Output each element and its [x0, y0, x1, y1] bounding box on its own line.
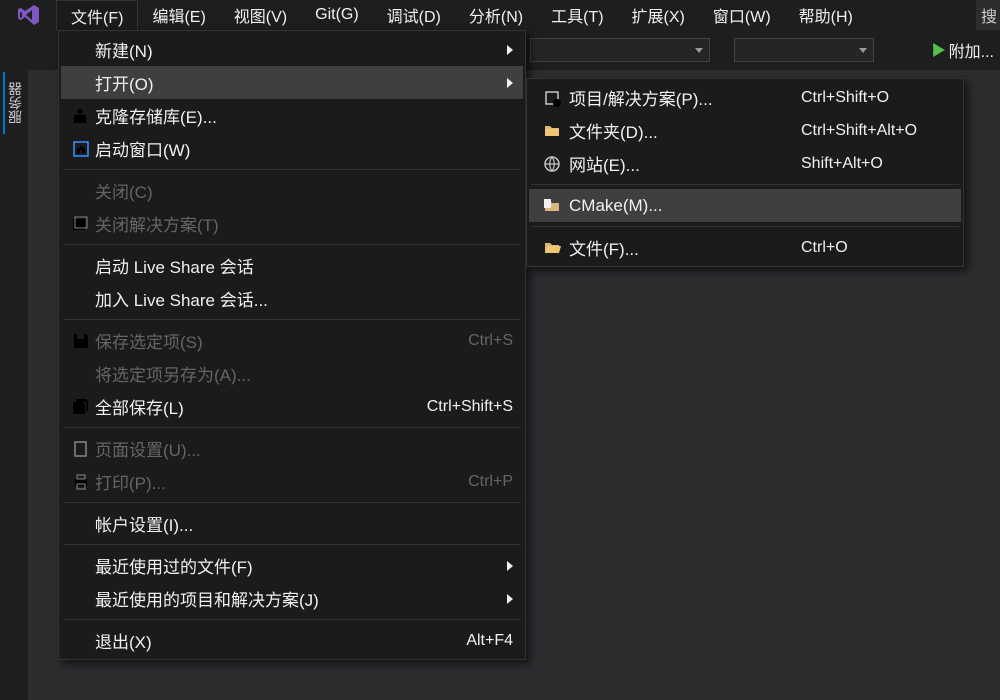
menu-item-label: 启动窗口(W) [95, 136, 513, 161]
file-menu-item-8[interactable]: 启动 Live Share 会话 [61, 249, 523, 282]
menu-debug[interactable]: 调试(D) [373, 0, 455, 30]
menu-edit[interactable]: 编辑(E) [138, 0, 219, 30]
file-menu-item-21[interactable]: 最近使用的项目和解决方案(J) [61, 582, 523, 615]
menu-item-label: 关闭解决方案(T) [95, 211, 513, 236]
file-menu-item-2[interactable]: 克隆存储库(E)... [61, 99, 523, 132]
menubar: 文件(F) 编辑(E) 视图(V) Git(G) 调试(D) 分析(N) 工具(… [0, 0, 1000, 30]
menu-item-shortcut: Ctrl+Shift+Alt+O [801, 122, 951, 140]
open-submenu-item-4[interactable]: CMake(M)... [529, 189, 961, 222]
page-icon [67, 440, 95, 458]
menu-item-label: 关闭(C) [95, 178, 513, 203]
folder-icon [535, 122, 569, 140]
toolbar-dropdown-config[interactable] [530, 38, 710, 62]
menu-item-label: 保存选定项(S) [95, 328, 468, 353]
menu-item-shortcut: Shift+Alt+O [801, 155, 951, 173]
file-menu-item-12: 将选定项另存为(A)... [61, 357, 523, 390]
menu-item-label: 网站(E)... [569, 151, 801, 176]
server-explorer-tab[interactable]: 服务器 [3, 72, 25, 134]
menu-item-label: 新建(N) [95, 37, 501, 62]
menu-item-label: 帐户设置(I)... [95, 511, 513, 536]
menu-analyze[interactable]: 分析(N) [455, 0, 537, 30]
cmake-icon [535, 197, 569, 215]
home-icon [67, 140, 95, 158]
print-icon [67, 473, 95, 491]
save-icon [67, 332, 95, 350]
open-submenu-separator [531, 226, 959, 227]
file-menu-separator [63, 427, 521, 428]
file-menu-item-15: 页面设置(U)... [61, 432, 523, 465]
menu-item-label: 文件夹(D)... [569, 118, 801, 143]
open-submenu-separator [531, 184, 959, 185]
menu-item-label: 加入 Live Share 会话... [95, 286, 513, 311]
search-input-stub[interactable]: 搜 [976, 0, 1000, 30]
file-open-icon [535, 239, 569, 257]
menu-item-label: 启动 Live Share 会话 [95, 253, 513, 278]
menu-git[interactable]: Git(G) [301, 0, 373, 30]
file-menu-item-3[interactable]: 启动窗口(W) [61, 132, 523, 165]
attach-button[interactable]: 附加... [933, 38, 994, 62]
submenu-arrow-icon [501, 78, 513, 88]
menu-item-shortcut: Ctrl+S [468, 332, 513, 350]
menu-file[interactable]: 文件(F) [56, 0, 138, 30]
play-icon [933, 43, 945, 57]
left-rail: 服务器 [0, 72, 28, 134]
menu-item-label: CMake(M)... [569, 196, 951, 216]
menu-item-shortcut: Alt+F4 [466, 632, 513, 650]
file-menu-item-16: 打印(P)...Ctrl+P [61, 465, 523, 498]
file-menu-separator [63, 244, 521, 245]
file-menu-item-9[interactable]: 加入 Live Share 会话... [61, 282, 523, 315]
file-menu-item-6: 关闭解决方案(T) [61, 207, 523, 240]
toolbar-dropdown-target[interactable] [734, 38, 874, 62]
menu-item-label: 最近使用过的文件(F) [95, 553, 501, 578]
file-menu-separator [63, 169, 521, 170]
menu-tools[interactable]: 工具(T) [537, 0, 617, 30]
open-submenu-item-1[interactable]: 文件夹(D)...Ctrl+Shift+Alt+O [529, 114, 961, 147]
file-menu-separator [63, 502, 521, 503]
file-menu-item-20[interactable]: 最近使用过的文件(F) [61, 549, 523, 582]
submenu-arrow-icon [501, 561, 513, 571]
menu-item-label: 退出(X) [95, 628, 466, 653]
menu-window[interactable]: 窗口(W) [699, 0, 785, 30]
project-icon [535, 89, 569, 107]
menu-item-label: 克隆存储库(E)... [95, 103, 513, 128]
menu-item-shortcut: Ctrl+P [468, 473, 513, 491]
save-all-icon [67, 398, 95, 416]
file-menu-separator [63, 619, 521, 620]
menu-item-label: 全部保存(L) [95, 394, 427, 419]
attach-label: 附加... [949, 38, 994, 62]
file-menu-item-13[interactable]: 全部保存(L)Ctrl+Shift+S [61, 390, 523, 423]
menu-item-label: 将选定项另存为(A)... [95, 361, 513, 386]
file-menu-item-0[interactable]: 新建(N) [61, 33, 523, 66]
menu-item-label: 打开(O) [95, 70, 501, 95]
file-menu-item-23[interactable]: 退出(X)Alt+F4 [61, 624, 523, 657]
file-menu-dropdown: 新建(N) 打开(O) 克隆存储库(E)... 启动窗口(W) 关闭(C) 关闭解决方案(… [58, 30, 526, 660]
menu-item-shortcut: Ctrl+Shift+S [427, 398, 513, 416]
file-menu-item-11: 保存选定项(S)Ctrl+S [61, 324, 523, 357]
open-submenu: 项目/解决方案(P)...Ctrl+Shift+O文件夹(D)...Ctrl+S… [526, 78, 964, 267]
web-icon [535, 155, 569, 173]
vs-logo [0, 0, 56, 30]
menu-item-label: 最近使用的项目和解决方案(J) [95, 586, 501, 611]
file-menu-separator [63, 544, 521, 545]
file-menu-item-1[interactable]: 打开(O) [61, 66, 523, 99]
open-submenu-item-2[interactable]: 网站(E)...Shift+Alt+O [529, 147, 961, 180]
file-menu-separator [63, 319, 521, 320]
menu-item-shortcut: Ctrl+O [801, 239, 951, 257]
menu-help[interactable]: 帮助(H) [785, 0, 867, 30]
open-submenu-item-6[interactable]: 文件(F)...Ctrl+O [529, 231, 961, 264]
menu-item-label: 文件(F)... [569, 235, 801, 260]
file-menu-item-18[interactable]: 帐户设置(I)... [61, 507, 523, 540]
menu-item-label: 打印(P)... [95, 469, 468, 494]
menu-item-label: 项目/解决方案(P)... [569, 85, 801, 110]
menu-item-shortcut: Ctrl+Shift+O [801, 89, 951, 107]
file-menu-item-5: 关闭(C) [61, 174, 523, 207]
menu-view[interactable]: 视图(V) [220, 0, 301, 30]
clone-icon [67, 107, 95, 125]
menu-item-label: 页面设置(U)... [95, 436, 513, 461]
menu-extensions[interactable]: 扩展(X) [618, 0, 699, 30]
open-submenu-item-0[interactable]: 项目/解决方案(P)...Ctrl+Shift+O [529, 81, 961, 114]
close-sln-icon [67, 215, 95, 233]
submenu-arrow-icon [501, 594, 513, 604]
submenu-arrow-icon [501, 45, 513, 55]
